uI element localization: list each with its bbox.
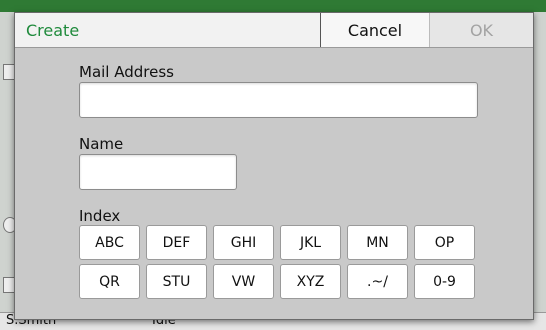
background-header (0, 0, 546, 12)
index-key-xyz[interactable]: XYZ (280, 264, 341, 299)
mail-address-field[interactable] (79, 82, 478, 118)
name-field[interactable] (79, 154, 237, 190)
index-key-jkl[interactable]: JKL (280, 225, 341, 260)
index-key-qr[interactable]: QR (79, 264, 140, 299)
index-key-def[interactable]: DEF (146, 225, 207, 260)
index-key-vw[interactable]: VW (213, 264, 274, 299)
index-key-numbers[interactable]: 0-9 (414, 264, 475, 299)
index-key-ghi[interactable]: GHI (213, 225, 274, 260)
cancel-button[interactable]: Cancel (320, 13, 430, 47)
background-right-panel (534, 12, 546, 312)
index-key-abc[interactable]: ABC (79, 225, 140, 260)
index-key-stu[interactable]: STU (146, 264, 207, 299)
index-key-op[interactable]: OP (414, 225, 475, 260)
ok-button[interactable]: OK (430, 13, 533, 47)
index-key-mn[interactable]: MN (347, 225, 408, 260)
index-keypad: ABC DEF GHI JKL MN OP QR STU VW XYZ .~/ … (79, 225, 479, 299)
index-label: Index (79, 207, 121, 225)
dialog-title: Create (26, 21, 80, 40)
index-key-symbols[interactable]: .~/ (347, 264, 408, 299)
name-label: Name (79, 135, 124, 153)
mail-address-label: Mail Address (79, 63, 174, 81)
create-dialog: Create Cancel OK Mail Address Name Index… (14, 12, 534, 320)
background-left-panel (0, 12, 17, 312)
dialog-titlebar: Create Cancel OK (15, 13, 533, 48)
